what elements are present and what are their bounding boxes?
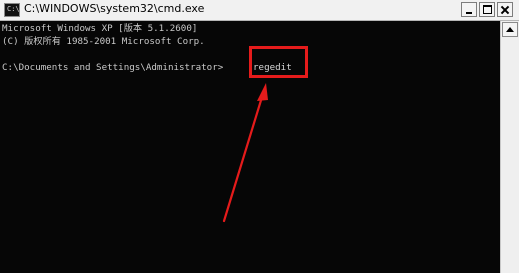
title-bar[interactable]: C:\ C:\WINDOWS\system32\cmd.exe (0, 0, 519, 21)
cmd-window: C:\ C:\WINDOWS\system32\cmd.exe Microsof… (0, 0, 519, 273)
maximize-icon[interactable] (479, 2, 495, 17)
vertical-scrollbar[interactable] (500, 21, 519, 273)
cmd-icon: C:\ (4, 3, 20, 17)
scroll-up-arrow-icon[interactable] (502, 22, 518, 37)
close-icon[interactable] (497, 2, 513, 17)
console-line-copyright: (C) 版权所有 1985-2001 Microsoft Corp. (2, 36, 205, 47)
console-prompt: C:\Documents and Settings\Administrator> (2, 62, 224, 73)
minimize-icon[interactable] (461, 2, 477, 17)
cmd-icon-label: C:\ (7, 5, 20, 13)
window-title: C:\WINDOWS\system32\cmd.exe (24, 2, 205, 15)
console-line-version: Microsoft Windows XP [版本 5.1.2600] (2, 23, 198, 34)
annotation-highlight-box (249, 46, 308, 78)
